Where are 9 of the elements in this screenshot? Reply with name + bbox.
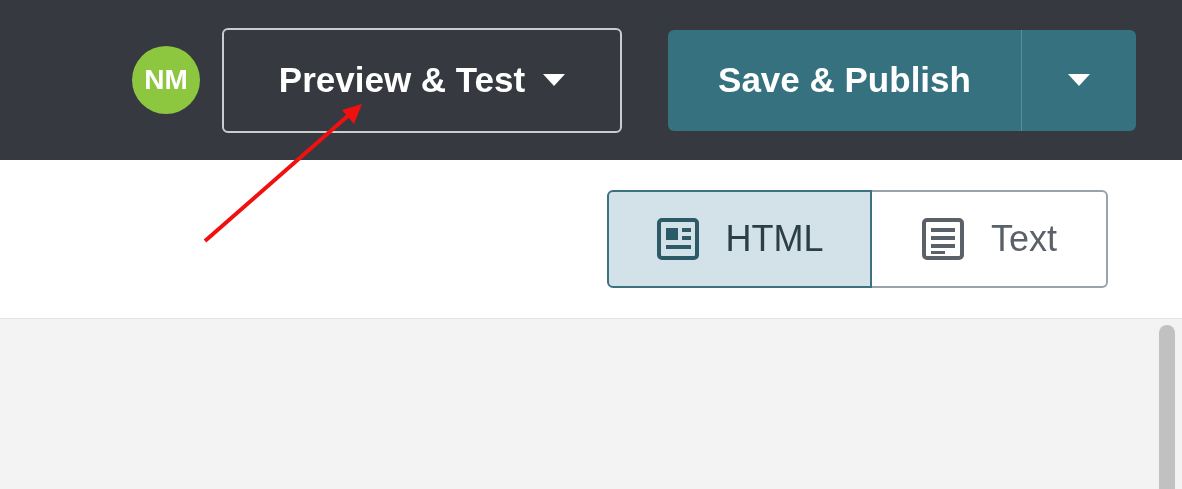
preview-button[interactable]: Preview & Test xyxy=(222,27,622,133)
view-tab[interactable]: HTML xyxy=(607,190,872,288)
caret-icon xyxy=(1068,74,1090,86)
document-icon xyxy=(921,217,965,261)
publish-button[interactable]: Save & Publish xyxy=(668,29,1022,131)
caret-icon xyxy=(543,74,566,86)
view-tab[interactable]: Text xyxy=(872,190,1108,288)
scrollbar-thumb[interactable] xyxy=(1159,325,1175,489)
layout-icon xyxy=(655,217,700,261)
